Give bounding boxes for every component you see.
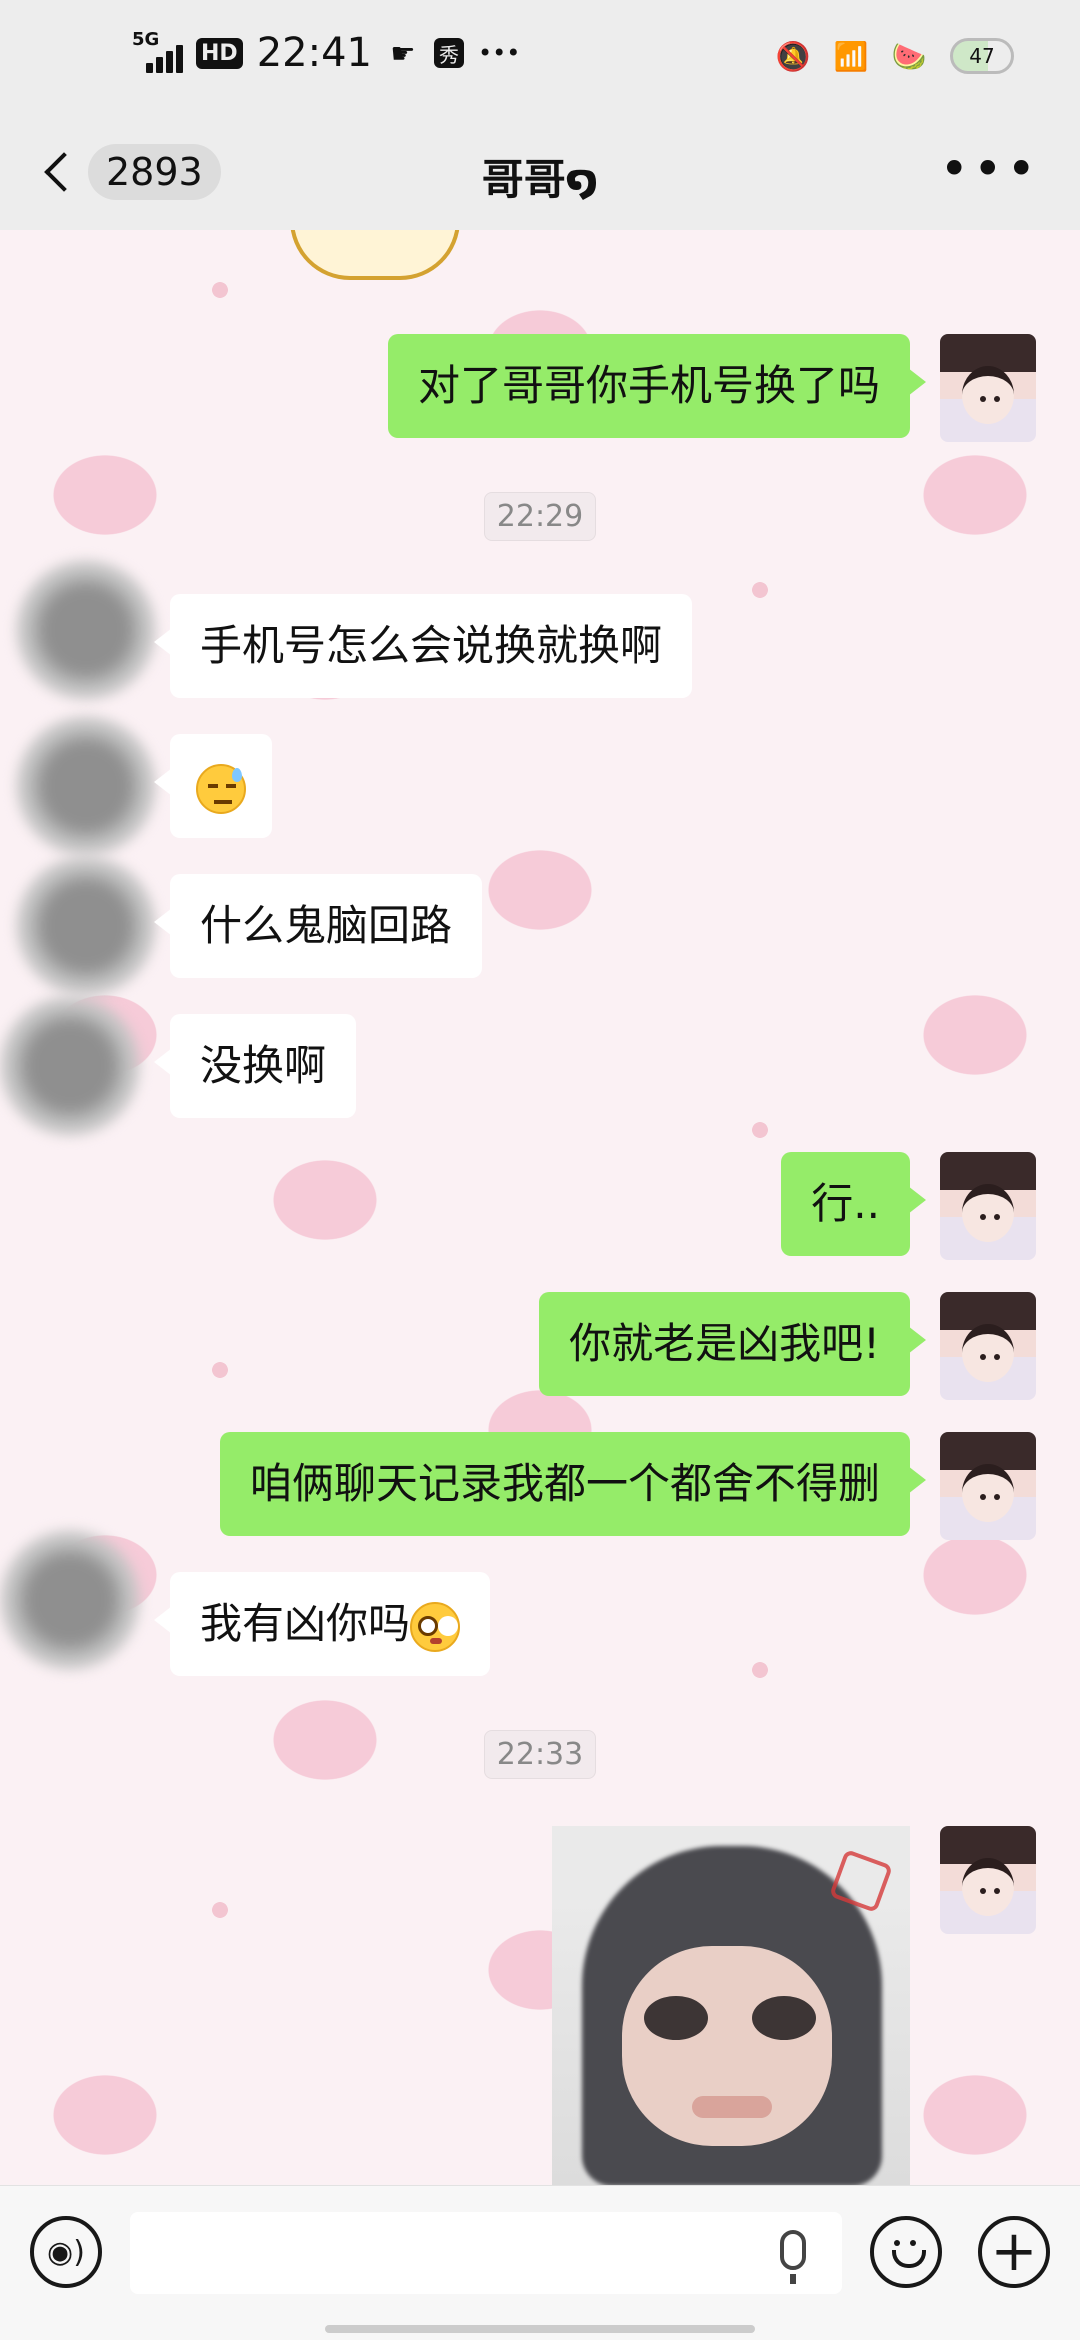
message-input[interactable] — [130, 2212, 842, 2294]
my-avatar[interactable] — [940, 1432, 1036, 1540]
contact-avatar[interactable] — [16, 560, 156, 700]
my-avatar[interactable] — [940, 334, 1036, 442]
share-hand-icon: ☛ — [390, 36, 416, 70]
flushed-emoji — [410, 1601, 461, 1652]
message-bubble-sent[interactable]: 咱俩聊天记录我都一个都舍不得删 — [219, 1432, 927, 1536]
message-bubble-received[interactable]: 没换啊 — [153, 1014, 357, 1118]
message-bubble-sent[interactable]: 你就老是凶我吧! — [539, 1292, 926, 1396]
plus-icon: + — [990, 2219, 1038, 2284]
message-bubble-sent[interactable]: 行.. — [781, 1152, 926, 1256]
timestamp: 22:29 — [0, 492, 1080, 541]
home-indicator[interactable] — [325, 2325, 755, 2333]
contact-avatar[interactable] — [0, 1530, 140, 1670]
my-avatar[interactable] — [940, 1152, 1036, 1260]
status-more-icon: ••• — [477, 39, 521, 67]
more-actions-button[interactable]: + — [978, 2216, 1050, 2288]
timestamp-text: 22:29 — [483, 492, 597, 541]
network-type: 5G — [132, 29, 160, 50]
smiley-icon — [886, 2232, 926, 2272]
message-bubble-received[interactable]: 我有凶你吗 — [153, 1572, 491, 1676]
contact-avatar[interactable] — [16, 716, 156, 856]
voice-icon: ◉) — [47, 2234, 85, 2270]
mute-bell-icon: 🔕 — [775, 39, 811, 73]
voice-mode-button[interactable]: ◉) — [30, 2216, 102, 2288]
chat-header: 2893 哥哥໑ ••• — [0, 120, 1080, 230]
message-bubble-sent[interactable]: 对了哥哥你手机号换了吗 — [387, 334, 927, 438]
hd-badge: HD — [196, 37, 243, 69]
chat-title: 哥哥໑ — [481, 155, 599, 204]
emoji-button[interactable] — [870, 2216, 942, 2288]
wifi-icon: 📶 — [833, 39, 869, 73]
contact-avatar[interactable] — [16, 856, 156, 996]
message-bubble-received[interactable]: 手机号怎么会说换就换啊 — [153, 594, 693, 698]
message-text: 我有凶你吗 — [200, 1599, 411, 1648]
contact-avatar[interactable] — [0, 996, 140, 1136]
my-avatar[interactable] — [940, 1826, 1036, 1934]
status-time: 22:41 — [256, 30, 372, 76]
message-bubble-received[interactable]: 什么鬼脑回路 — [153, 874, 483, 978]
timestamp: 22:33 — [0, 1730, 1080, 1779]
my-avatar[interactable] — [940, 1292, 1036, 1400]
battery-icon: 47 — [950, 38, 1014, 74]
photo-message[interactable] — [552, 1826, 910, 2185]
status-left: 5G HD 22:41 ☛ 秀 ••• — [132, 29, 521, 76]
chat-message-list[interactable]: 对了哥哥你手机号换了吗 22:29 手机号怎么会说换就换啊 什么鬼脑回路 没换啊… — [0, 230, 1080, 2185]
status-bar: 5G HD 22:41 ☛ 秀 ••• 🔕 📶 🍉 47 — [0, 0, 1080, 120]
sweat-smile-emoji — [196, 763, 246, 814]
xiu-icon: 秀 — [433, 38, 464, 68]
charging-icon: 🍉 — [891, 39, 927, 73]
message-input-bar: ◉) + — [0, 2185, 1080, 2340]
timestamp-text: 22:33 — [483, 1730, 597, 1779]
status-right: 🔕 📶 🍉 47 — [776, 38, 1014, 74]
more-options-button[interactable]: ••• — [940, 144, 1040, 194]
sticker-message[interactable] — [290, 230, 460, 280]
microphone-icon[interactable] — [780, 2230, 806, 2284]
message-bubble-received[interactable] — [154, 734, 272, 838]
signal-icon: 5G — [132, 29, 183, 73]
